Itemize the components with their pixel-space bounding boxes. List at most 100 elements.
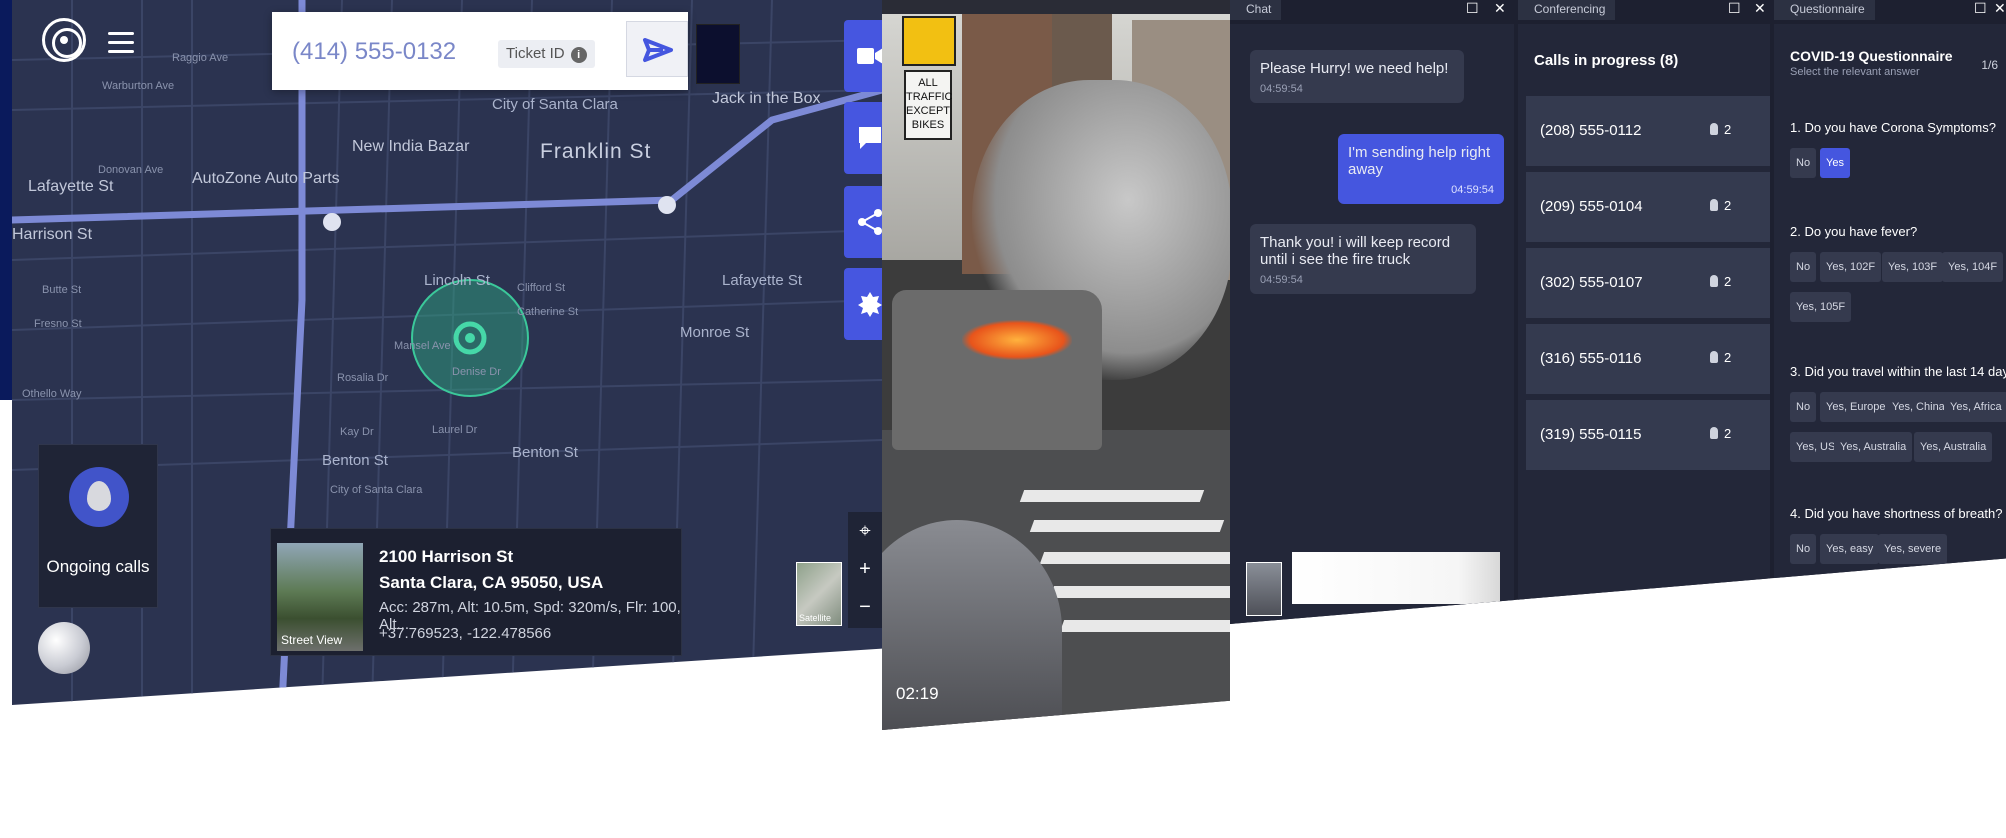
- participants-count: 2: [1710, 426, 1731, 441]
- zoom-controls: ⌖ + −: [848, 512, 882, 628]
- map-label-poi: City of Santa Clara: [492, 96, 618, 113]
- map-panel[interactable]: Franklin St New India Bazar AutoZone Aut…: [12, 0, 882, 705]
- chat-message-text: Please Hurry! we need help!: [1260, 60, 1449, 77]
- call-row[interactable]: (316) 555-0116 2: [1526, 324, 1770, 394]
- satellite-label: Satellite: [799, 613, 832, 623]
- map-label-street: Warburton Ave: [102, 80, 175, 92]
- maximize-icon[interactable]: ☐: [1974, 0, 1987, 17]
- ongoing-calls-label: Ongoing calls: [46, 557, 150, 576]
- chat-panel: Please Hurry! we need help! 04:59:54 I'm …: [1230, 24, 1514, 624]
- chat-button[interactable]: [844, 102, 882, 174]
- answer-option-selected[interactable]: Yes: [1820, 148, 1850, 178]
- answer-option[interactable]: No: [1790, 148, 1817, 178]
- tab-conferencing[interactable]: Conferencing: [1518, 0, 1616, 20]
- map-label-poi: Harrison St: [12, 226, 93, 243]
- tab-questionnaire-label: Questionnaire: [1790, 2, 1865, 16]
- answer-option[interactable]: Yes, 103F: [1882, 252, 1944, 282]
- answer-option[interactable]: Yes, 105F: [1790, 292, 1852, 322]
- answer-option[interactable]: Yes, Africa: [1944, 392, 2006, 422]
- street-view-thumbnail[interactable]: Street View: [277, 543, 363, 651]
- answer-option[interactable]: Yes, 104F: [1942, 252, 2004, 282]
- close-icon[interactable]: ✕: [1754, 0, 1766, 17]
- map-label-street: Benton St: [322, 452, 388, 469]
- chat-message: I'm sending help right away 04:59:54: [1338, 134, 1504, 204]
- video-scene-car: [892, 290, 1102, 450]
- zoom-in-button[interactable]: +: [848, 550, 882, 588]
- app-logo[interactable]: [42, 18, 86, 62]
- zoom-out-button[interactable]: −: [848, 588, 882, 626]
- answer-option[interactable]: Yes, Australia: [1914, 432, 1993, 462]
- send-button[interactable]: [626, 21, 688, 77]
- tab-questionnaire[interactable]: Questionnaire: [1774, 0, 1875, 20]
- map-label-poi: Lafayette St: [722, 272, 803, 289]
- maximize-icon[interactable]: ☐: [1728, 0, 1741, 17]
- close-icon[interactable]: ✕: [1994, 0, 2006, 17]
- map-label-poi: Lafayette St: [28, 178, 114, 195]
- map-label-street: Benton St: [512, 444, 578, 461]
- app-stage: Franklin St New India Bazar AutoZone Aut…: [0, 0, 2006, 838]
- coordinates: +37.769523, -122.478566: [379, 625, 552, 642]
- map-label-poi: AutoZone Auto Parts: [192, 170, 340, 187]
- call-row[interactable]: (319) 555-0115 2: [1526, 400, 1770, 470]
- participants-count: 2: [1710, 122, 1731, 137]
- video-scene-crosswalk: [1029, 520, 1225, 532]
- chat-message: Thank you! i will keep record until i se…: [1250, 224, 1476, 294]
- video-scene-crosswalk: [1059, 620, 1230, 632]
- maximize-icon[interactable]: ☐: [1466, 0, 1479, 17]
- call-row[interactable]: (209) 555-0104 2: [1526, 172, 1770, 242]
- map-label-street: Raggio Ave: [172, 52, 229, 64]
- caller-avatar[interactable]: [38, 622, 90, 674]
- phone-input[interactable]: (414) 555-0132: [292, 38, 456, 66]
- video-titlebar: [882, 0, 1230, 14]
- ongoing-calls-button[interactable]: Ongoing calls: [38, 444, 158, 608]
- chat-message-text: Thank you! i will keep record until i se…: [1260, 234, 1451, 268]
- map-label-poi: New India Bazar: [352, 138, 470, 155]
- participants-count: 2: [1710, 350, 1731, 365]
- question-label: 1. Do you have Corona Symptoms?: [1790, 120, 1996, 135]
- video-camera-icon: [857, 48, 882, 64]
- call-row[interactable]: (302) 555-0107 2: [1526, 248, 1770, 318]
- ticket-id-label: Ticket ID: [506, 45, 565, 62]
- caller-thumbnail[interactable]: [696, 24, 740, 84]
- answer-option[interactable]: Yes, severe: [1878, 534, 1948, 564]
- call-number: (208) 555-0112: [1540, 122, 1642, 139]
- map-label-street: Catherine St: [517, 306, 579, 318]
- answer-option[interactable]: Yes, Australia: [1834, 432, 1913, 462]
- answer-option[interactable]: Yes, China: [1886, 392, 1951, 422]
- call-timer: 02:19: [896, 684, 939, 703]
- map-label-poi: Lincoln St: [424, 272, 490, 289]
- answer-option[interactable]: No: [1790, 534, 1817, 564]
- tab-chat[interactable]: Chat: [1230, 0, 1282, 20]
- left-edge: [0, 0, 12, 400]
- participants-count: 2: [1710, 198, 1731, 213]
- video-call-button[interactable]: [844, 20, 882, 92]
- map-label-street: Laurel Dr: [432, 424, 478, 436]
- share-icon: [858, 209, 882, 235]
- answer-option[interactable]: No: [1790, 252, 1817, 282]
- menu-icon[interactable]: [108, 32, 134, 54]
- attachment-thumbnail[interactable]: [1246, 562, 1282, 616]
- chat-input[interactable]: [1292, 552, 1500, 604]
- call-row[interactable]: (208) 555-0112 2: [1526, 96, 1770, 166]
- question-label: 3. Did you travel within the last 14 day…: [1790, 364, 2006, 379]
- chat-message-time: 04:59:54: [1260, 274, 1303, 286]
- map-label-street: City of Santa Clara: [330, 484, 423, 496]
- answer-option[interactable]: Yes, Europe: [1820, 392, 1892, 422]
- answer-option[interactable]: Yes, 102F: [1820, 252, 1882, 282]
- ticket-id-chip[interactable]: Ticket ID i: [498, 40, 595, 68]
- answer-option[interactable]: Yes, easy: [1820, 534, 1880, 564]
- settings-button[interactable]: [844, 268, 882, 340]
- search-bar[interactable]: (414) 555-0132 Ticket ID i: [272, 12, 688, 90]
- answer-option[interactable]: No: [1790, 392, 1817, 422]
- close-icon[interactable]: ✕: [1494, 0, 1506, 17]
- share-button[interactable]: [844, 186, 882, 258]
- map-label-street: Mansel Ave: [394, 340, 451, 352]
- satellite-toggle[interactable]: Satellite: [796, 562, 842, 626]
- locate-button[interactable]: ⌖: [848, 512, 882, 550]
- call-number: (209) 555-0104: [1540, 198, 1643, 215]
- video-feed[interactable]: ALL TRAFFIC EXCEPT BIKES 02:19: [882, 0, 1230, 730]
- questionnaire-panel: COVID-19 Questionnaire Select the releva…: [1774, 24, 2006, 624]
- questionnaire-title: COVID-19 Questionnaire: [1790, 48, 1953, 64]
- call-number: (319) 555-0115: [1540, 426, 1642, 443]
- microphone-icon: [69, 467, 129, 527]
